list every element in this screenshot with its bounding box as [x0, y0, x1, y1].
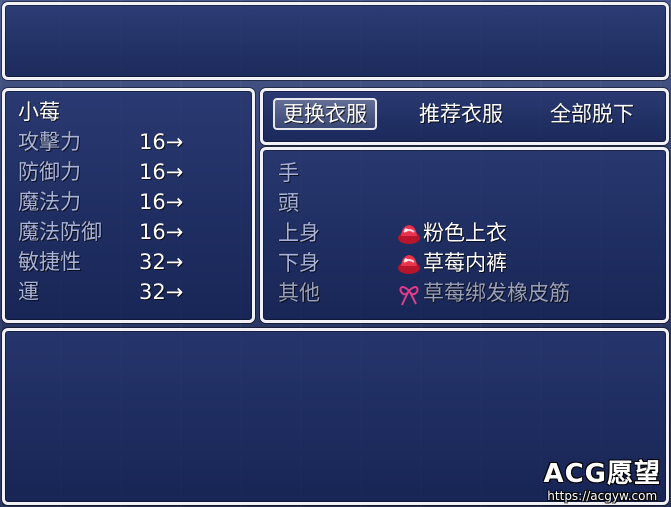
stat-label-agility: 敏捷性: [18, 250, 81, 274]
stat-label-magic: 魔法力: [18, 190, 81, 214]
command-remove-all[interactable]: 全部脱下: [550, 98, 634, 130]
command-window: 更换衣服 推荐衣服 全部脱下: [260, 88, 669, 145]
stat-value-luck: 32→: [139, 280, 184, 304]
slot-label-lower-body: 下身: [278, 251, 320, 275]
stat-label-luck: 運: [18, 280, 39, 304]
slot-item-lower-body: 草莓内裤: [423, 251, 507, 275]
stat-label-magic-defense: 魔法防御: [18, 220, 102, 244]
slot-item-upper-body: 粉色上衣: [423, 221, 507, 245]
stat-value-attack: 16→: [139, 130, 184, 154]
status-window: 小莓 攻擊力 16→ 防御力 16→ 魔法力 16→ 魔法防御 16→ 敏捷性 …: [2, 88, 255, 323]
command-recommended-clothes[interactable]: 推荐衣服: [419, 98, 503, 130]
slot-label-head: 頭: [278, 191, 299, 215]
stat-value-magic-defense: 16→: [139, 220, 184, 244]
stat-label-defense: 防御力: [18, 160, 81, 184]
pink-clothing-icon: [398, 225, 420, 244]
stat-value-magic: 16→: [139, 190, 184, 214]
watermark: ACG愿望 https://acgyw.com: [543, 459, 661, 503]
help-window: [2, 2, 669, 80]
slot-item-other: 草莓绑发橡皮筋: [423, 281, 570, 305]
ribbon-icon: [399, 286, 419, 306]
stat-value-defense: 16→: [139, 160, 184, 184]
pink-clothing-icon: [398, 255, 420, 274]
slot-label-other: 其他: [278, 281, 320, 305]
slot-label-hand: 手: [278, 161, 299, 185]
actor-name: 小莓: [18, 100, 60, 124]
command-change-clothes[interactable]: 更换衣服: [273, 98, 377, 130]
watermark-url: https://acgyw.com: [547, 489, 658, 503]
stat-label-attack: 攻擊力: [18, 130, 81, 154]
watermark-text: ACG愿望: [543, 459, 661, 489]
slot-label-upper-body: 上身: [278, 221, 320, 245]
equip-window: 手 頭 上身 粉色上衣 下身 草莓内裤 其他 草莓绑发橡皮筋: [260, 147, 669, 323]
stat-value-agility: 32→: [139, 250, 184, 274]
